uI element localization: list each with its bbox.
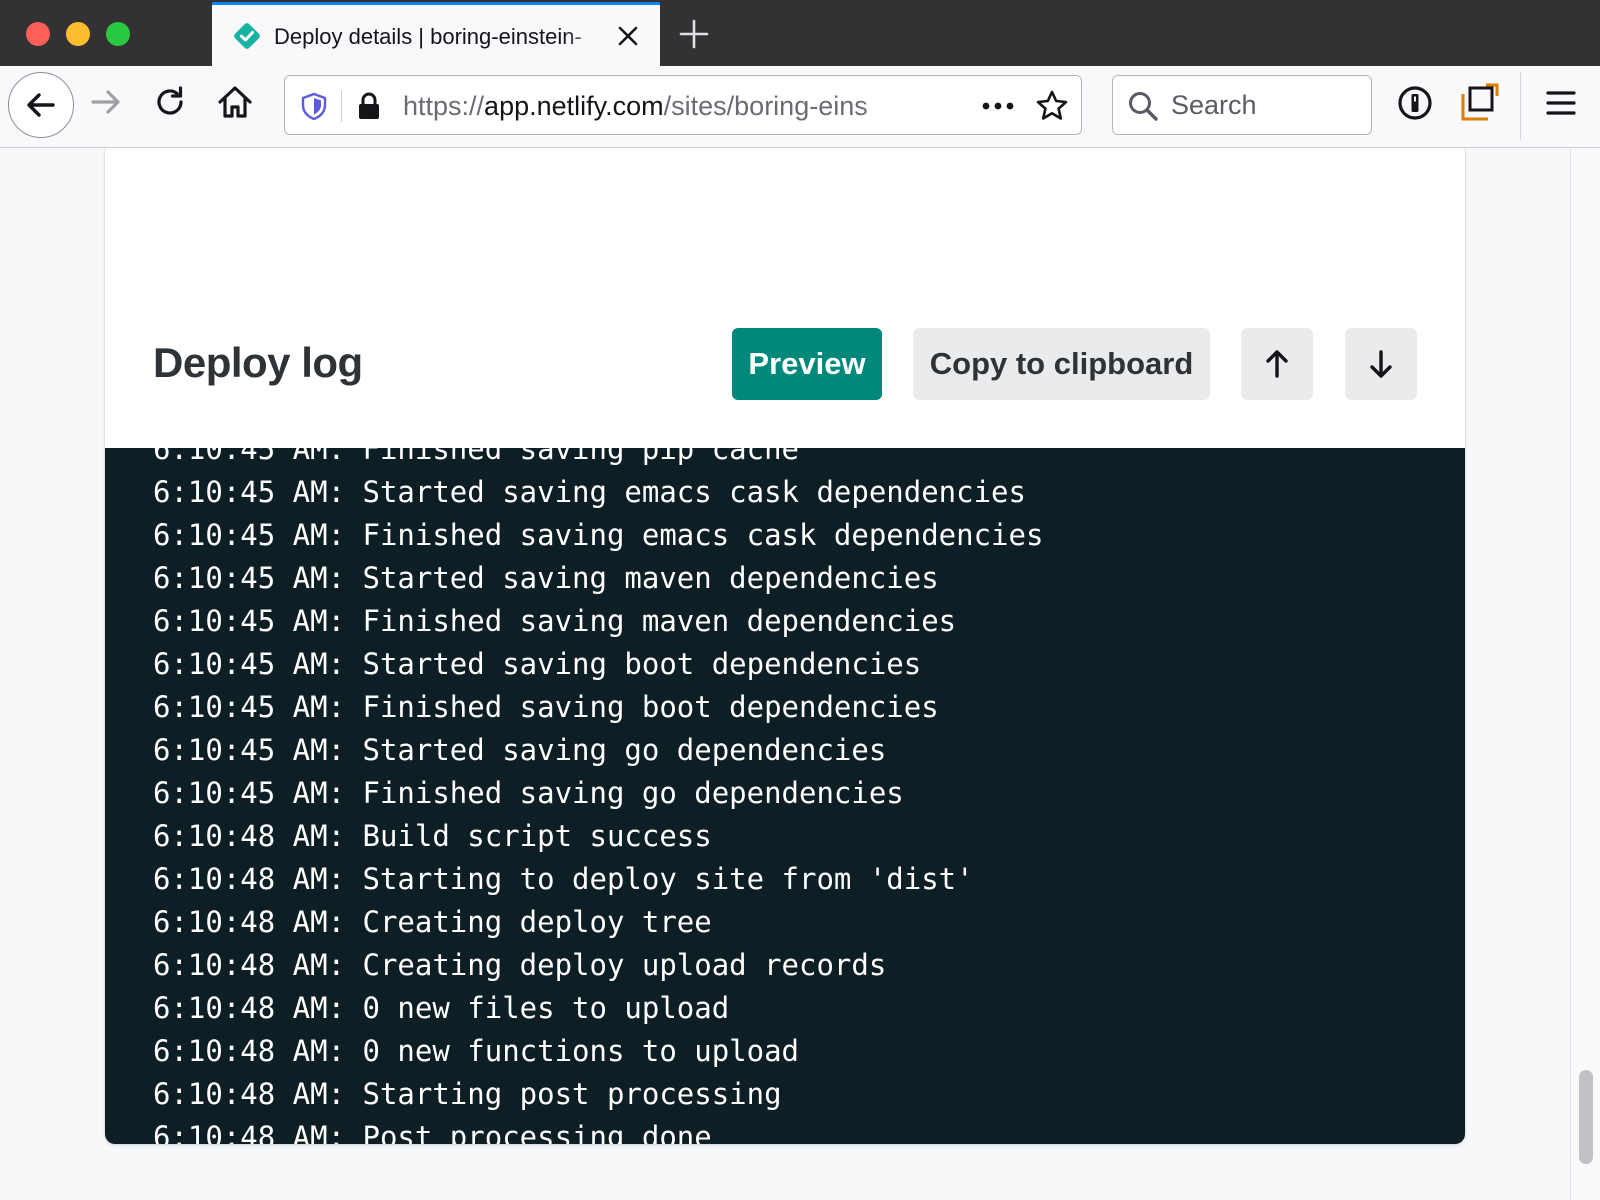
log-line: 6:10:48 AM: Build script success: [153, 819, 712, 853]
page-scrollbar[interactable]: [1570, 148, 1600, 1200]
log-line: 6:10:48 AM: Starting to deploy site from…: [153, 862, 974, 896]
password-manager-button[interactable]: [1396, 84, 1434, 122]
log-line: 6:10:45 AM: Finished saving emacs cask d…: [153, 518, 1044, 552]
arrow-left-icon: [27, 93, 55, 117]
navigation-toolbar: https://app.netlify.com/sites/boring-ein…: [0, 66, 1600, 148]
lock-icon[interactable]: [355, 91, 383, 121]
log-line: 6:10:48 AM: 0 new files to upload: [153, 991, 730, 1025]
window-close-button[interactable]: [26, 22, 50, 46]
reload-button[interactable]: [152, 84, 188, 120]
close-icon[interactable]: [615, 23, 641, 49]
tab-deploy-details[interactable]: Deploy details | boring-einstein-: [212, 2, 660, 66]
arrow-down-icon: [1370, 350, 1392, 378]
forward-button[interactable]: [88, 84, 124, 120]
window-zoom-button[interactable]: [106, 22, 130, 46]
url-text[interactable]: https://app.netlify.com/sites/boring-ein…: [403, 91, 923, 122]
deploy-log-header: Deploy log Preview Copy to clipboard: [105, 148, 1465, 448]
extension-window-icon: [1461, 83, 1499, 121]
tab-title: Deploy details | boring-einstein-: [274, 24, 582, 49]
log-lines: 6:10:45 AM: Finished saving pip cache 6:1…: [153, 448, 1043, 1144]
home-icon: [218, 86, 252, 118]
tracking-protection-shield-icon[interactable]: [299, 91, 329, 121]
home-button[interactable]: [216, 83, 254, 121]
log-line: 6:10:48 AM: 0 new functions to upload: [153, 1034, 800, 1068]
page-content: Deploy log Preview Copy to clipboard 6:1…: [0, 148, 1570, 1200]
log-line: 6:10:45 AM: Finished saving pip cache: [153, 448, 800, 466]
search-bar[interactable]: [1112, 75, 1372, 135]
log-line: 6:10:48 AM: Creating deploy upload recor…: [153, 948, 887, 982]
search-icon: [1129, 92, 1158, 121]
url-host: app.netlify.com: [484, 91, 664, 121]
menu-button[interactable]: [1542, 84, 1580, 122]
url-path: /sites/boring-eins: [663, 91, 868, 121]
log-line: 6:10:48 AM: Starting post processing: [153, 1077, 782, 1111]
url-scheme: https://: [403, 91, 485, 121]
new-tab-plus-icon[interactable]: [678, 18, 710, 50]
bookmark-star-icon[interactable]: [1035, 89, 1069, 123]
search-input[interactable]: [1171, 76, 1361, 134]
hamburger-menu-icon: [1546, 91, 1576, 115]
log-line: 6:10:45 AM: Finished saving go dependenc…: [153, 776, 904, 810]
scroll-to-top-button[interactable]: [1241, 328, 1313, 400]
log-line: 6:10:45 AM: Started saving maven depende…: [153, 561, 939, 595]
address-bar[interactable]: https://app.netlify.com/sites/boring-ein…: [284, 75, 1082, 135]
log-line: 6:10:45 AM: Started saving go dependenci…: [153, 733, 887, 767]
deploy-log-card: Deploy log Preview Copy to clipboard 6:1…: [105, 148, 1465, 1144]
extension-button[interactable]: [1460, 82, 1500, 122]
page-title: Deploy log: [153, 339, 363, 386]
arrow-right-icon: [91, 90, 120, 114]
log-line: 6:10:45 AM: Started saving emacs cask de…: [153, 475, 1026, 509]
log-line: 6:10:45 AM: Started saving boot dependen…: [153, 647, 922, 681]
scrollbar-thumb[interactable]: [1579, 1070, 1593, 1164]
window-minimize-button[interactable]: [66, 22, 90, 46]
deploy-log-output[interactable]: 6:10:45 AM: Finished saving pip cache 6:1…: [105, 448, 1465, 1144]
reload-icon: [157, 86, 183, 115]
toolbar-separator: [1520, 72, 1521, 140]
log-line: 6:10:48 AM: Creating deploy tree: [153, 905, 712, 939]
back-button[interactable]: [8, 72, 74, 138]
arrow-up-icon: [1266, 350, 1288, 378]
scroll-to-bottom-button[interactable]: [1345, 328, 1417, 400]
page-actions-more-icon[interactable]: [979, 94, 1017, 118]
copy-to-clipboard-button[interactable]: Copy to clipboard: [913, 328, 1210, 400]
address-bar-divider: [341, 90, 342, 122]
tab-strip: Deploy details | boring-einstein-: [0, 0, 1600, 66]
netlify-diamond-icon: [234, 23, 260, 49]
log-line: 6:10:45 AM: Finished saving boot depende…: [153, 690, 939, 724]
password-manager-icon: [1398, 86, 1432, 120]
log-line: 6:10:48 AM: Post processing done: [153, 1120, 712, 1144]
preview-button[interactable]: Preview: [732, 328, 882, 400]
log-line: 6:10:45 AM: Finished saving maven depend…: [153, 604, 957, 638]
